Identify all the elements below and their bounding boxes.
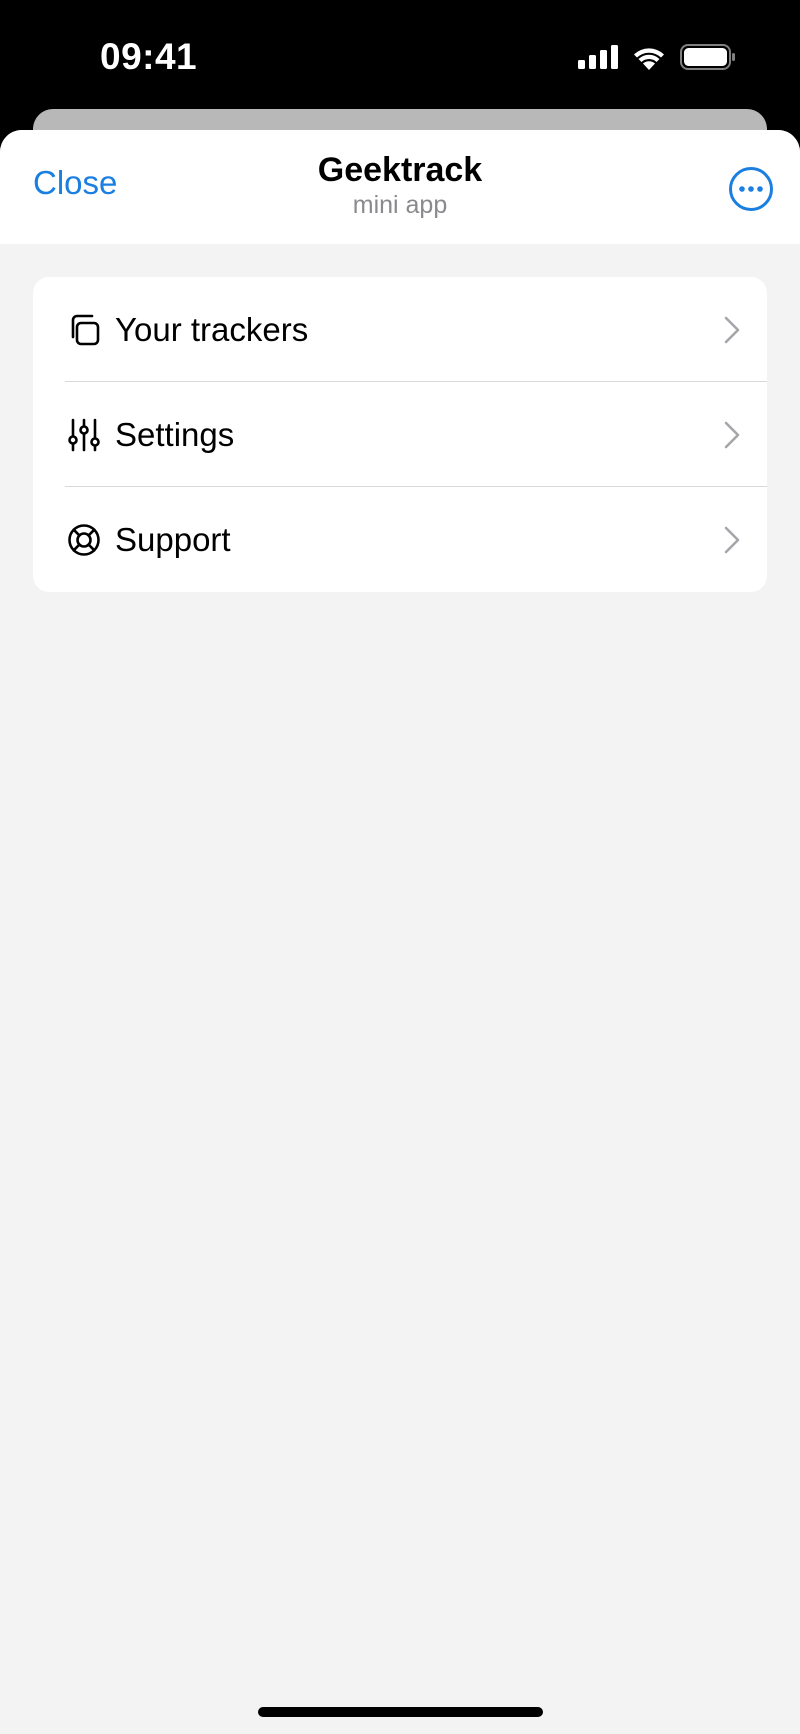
- more-ellipsis-icon[interactable]: [728, 166, 774, 212]
- wifi-icon: [634, 48, 664, 70]
- app-title: Geektrack: [317, 151, 483, 189]
- chevron-right-icon: [724, 526, 740, 553]
- menu-card: Your trackers Settings Support: [33, 277, 767, 592]
- sliders-icon: [68, 418, 100, 451]
- status-icons: [578, 44, 736, 70]
- title-block: Geektrack mini app: [0, 150, 800, 220]
- menu-item-label: Support: [115, 520, 231, 558]
- menu-item-settings[interactable]: Settings: [33, 382, 767, 487]
- lifebuoy-icon: [68, 523, 100, 556]
- menu-item-label: Your trackers: [115, 310, 309, 348]
- home-indicator[interactable]: [258, 1707, 543, 1717]
- phone-screen: 09:41 Close Geektrack mini app Your trac…: [0, 0, 800, 1734]
- chevron-right-icon: [724, 421, 740, 448]
- status-time: 09:41: [100, 36, 198, 77]
- menu-item-label: Settings: [115, 415, 235, 453]
- cellular-signal-icon: [578, 45, 618, 69]
- copy-squares-icon: [71, 314, 100, 345]
- battery-icon: [680, 44, 735, 70]
- chevron-right-icon: [724, 316, 740, 343]
- menu-item-your-trackers[interactable]: Your trackers: [33, 277, 767, 382]
- status-bar: 09:41: [0, 0, 800, 110]
- app-subtitle: mini app: [352, 191, 448, 219]
- sheet-header: Close Geektrack mini app: [0, 130, 800, 244]
- mini-app-sheet: Close Geektrack mini app Your trackers S…: [0, 130, 800, 1734]
- menu-item-support[interactable]: Support: [33, 487, 767, 592]
